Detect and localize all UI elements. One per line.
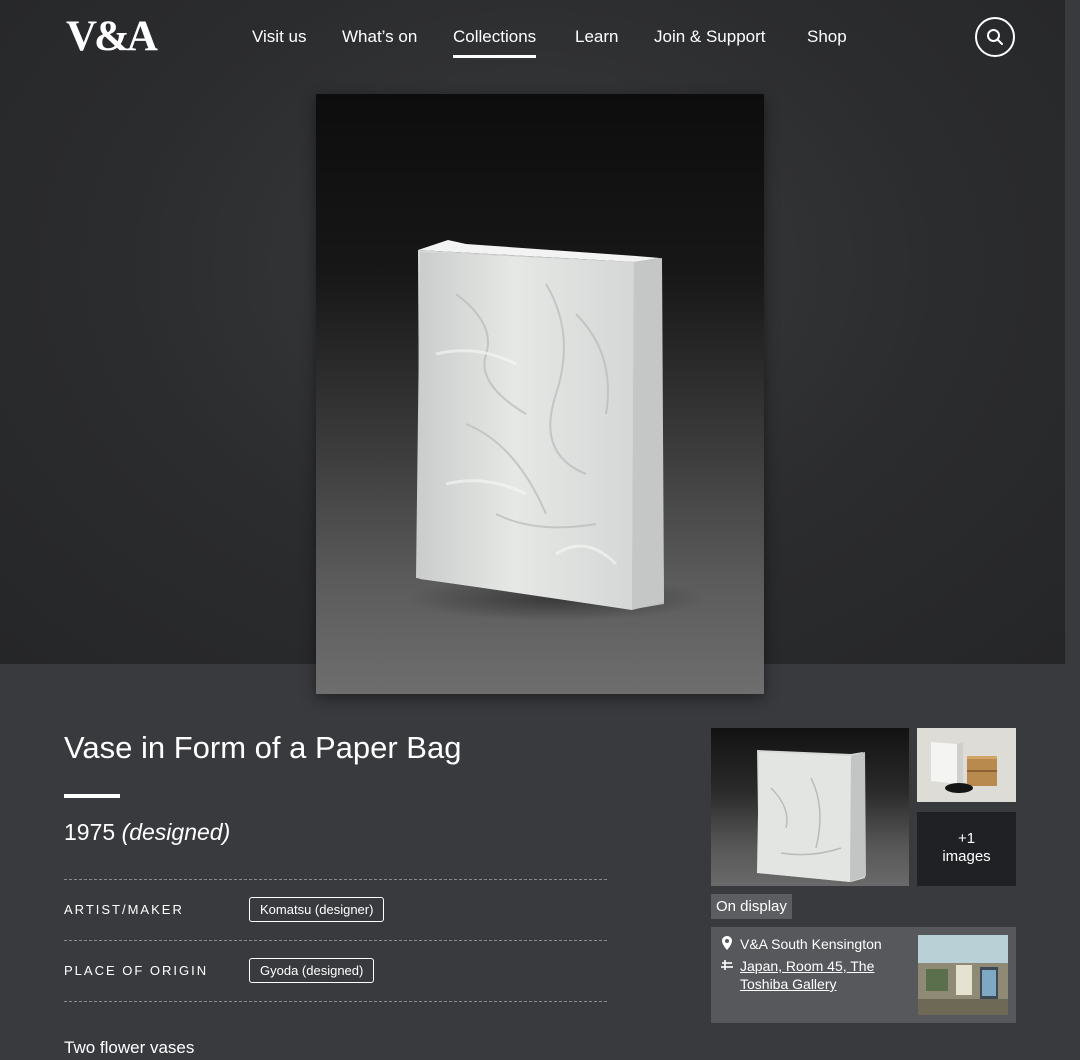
status-badge: On display xyxy=(711,894,792,919)
location-card: V&A South Kensington Japan, Room 45, The… xyxy=(711,927,1016,1023)
nav-shop[interactable]: Shop xyxy=(807,26,847,48)
date-value: 1975 xyxy=(64,819,116,845)
gallery-thumbnail-2[interactable] xyxy=(917,728,1016,802)
gallery-thumbnail-1[interactable] xyxy=(711,728,909,886)
scrollbar-track[interactable] xyxy=(1065,0,1080,1060)
paper-bag-vase-illustration xyxy=(406,240,706,621)
place-of-origin-label: PLACE OF ORIGIN xyxy=(64,963,209,978)
object-description: Two flower vases xyxy=(64,1038,195,1057)
object-date: 1975 (designed) xyxy=(64,817,230,847)
meta-divider xyxy=(64,940,607,941)
nav-join-support[interactable]: Join & Support xyxy=(654,26,766,48)
artist-maker-label: ARTIST/MAKER xyxy=(64,902,184,917)
map-pin-icon xyxy=(722,936,732,950)
vase-and-boxes-thumbnail-illustration xyxy=(917,728,1016,802)
search-icon xyxy=(987,29,1003,45)
site-logo[interactable]: V&A xyxy=(66,14,158,60)
meta-divider xyxy=(64,879,607,880)
more-images-count: +1 xyxy=(957,830,976,847)
object-main-image[interactable] xyxy=(316,94,764,694)
date-qualifier: (designed) xyxy=(121,819,231,845)
nav-visit-us[interactable]: Visit us xyxy=(252,26,307,48)
nav-collections[interactable]: Collections xyxy=(453,26,537,58)
gallery-room-photo[interactable] xyxy=(918,935,1008,1015)
meta-divider xyxy=(64,1001,607,1002)
vase-thumbnail-illustration xyxy=(757,750,866,882)
place-of-origin-tag[interactable]: Gyoda (designed) xyxy=(249,958,375,983)
location-name: V&A South Kensington xyxy=(740,936,882,952)
nav-learn[interactable]: Learn xyxy=(575,26,618,48)
gallery-interior-illustration xyxy=(918,935,1008,1015)
title-divider xyxy=(64,794,120,798)
more-images-button[interactable]: +1 images xyxy=(917,812,1016,886)
artist-maker-tag[interactable]: Komatsu (designer) xyxy=(249,897,385,922)
search-button[interactable] xyxy=(975,17,1015,57)
nav-whats-on[interactable]: What’s on xyxy=(342,26,417,48)
gallery-room-icon xyxy=(721,960,733,970)
object-title: Vase in Form of a Paper Bag xyxy=(64,730,462,765)
more-images-label: images xyxy=(942,848,991,865)
gallery-room-link[interactable]: Japan, Room 45, The Toshiba Gallery xyxy=(740,957,900,993)
